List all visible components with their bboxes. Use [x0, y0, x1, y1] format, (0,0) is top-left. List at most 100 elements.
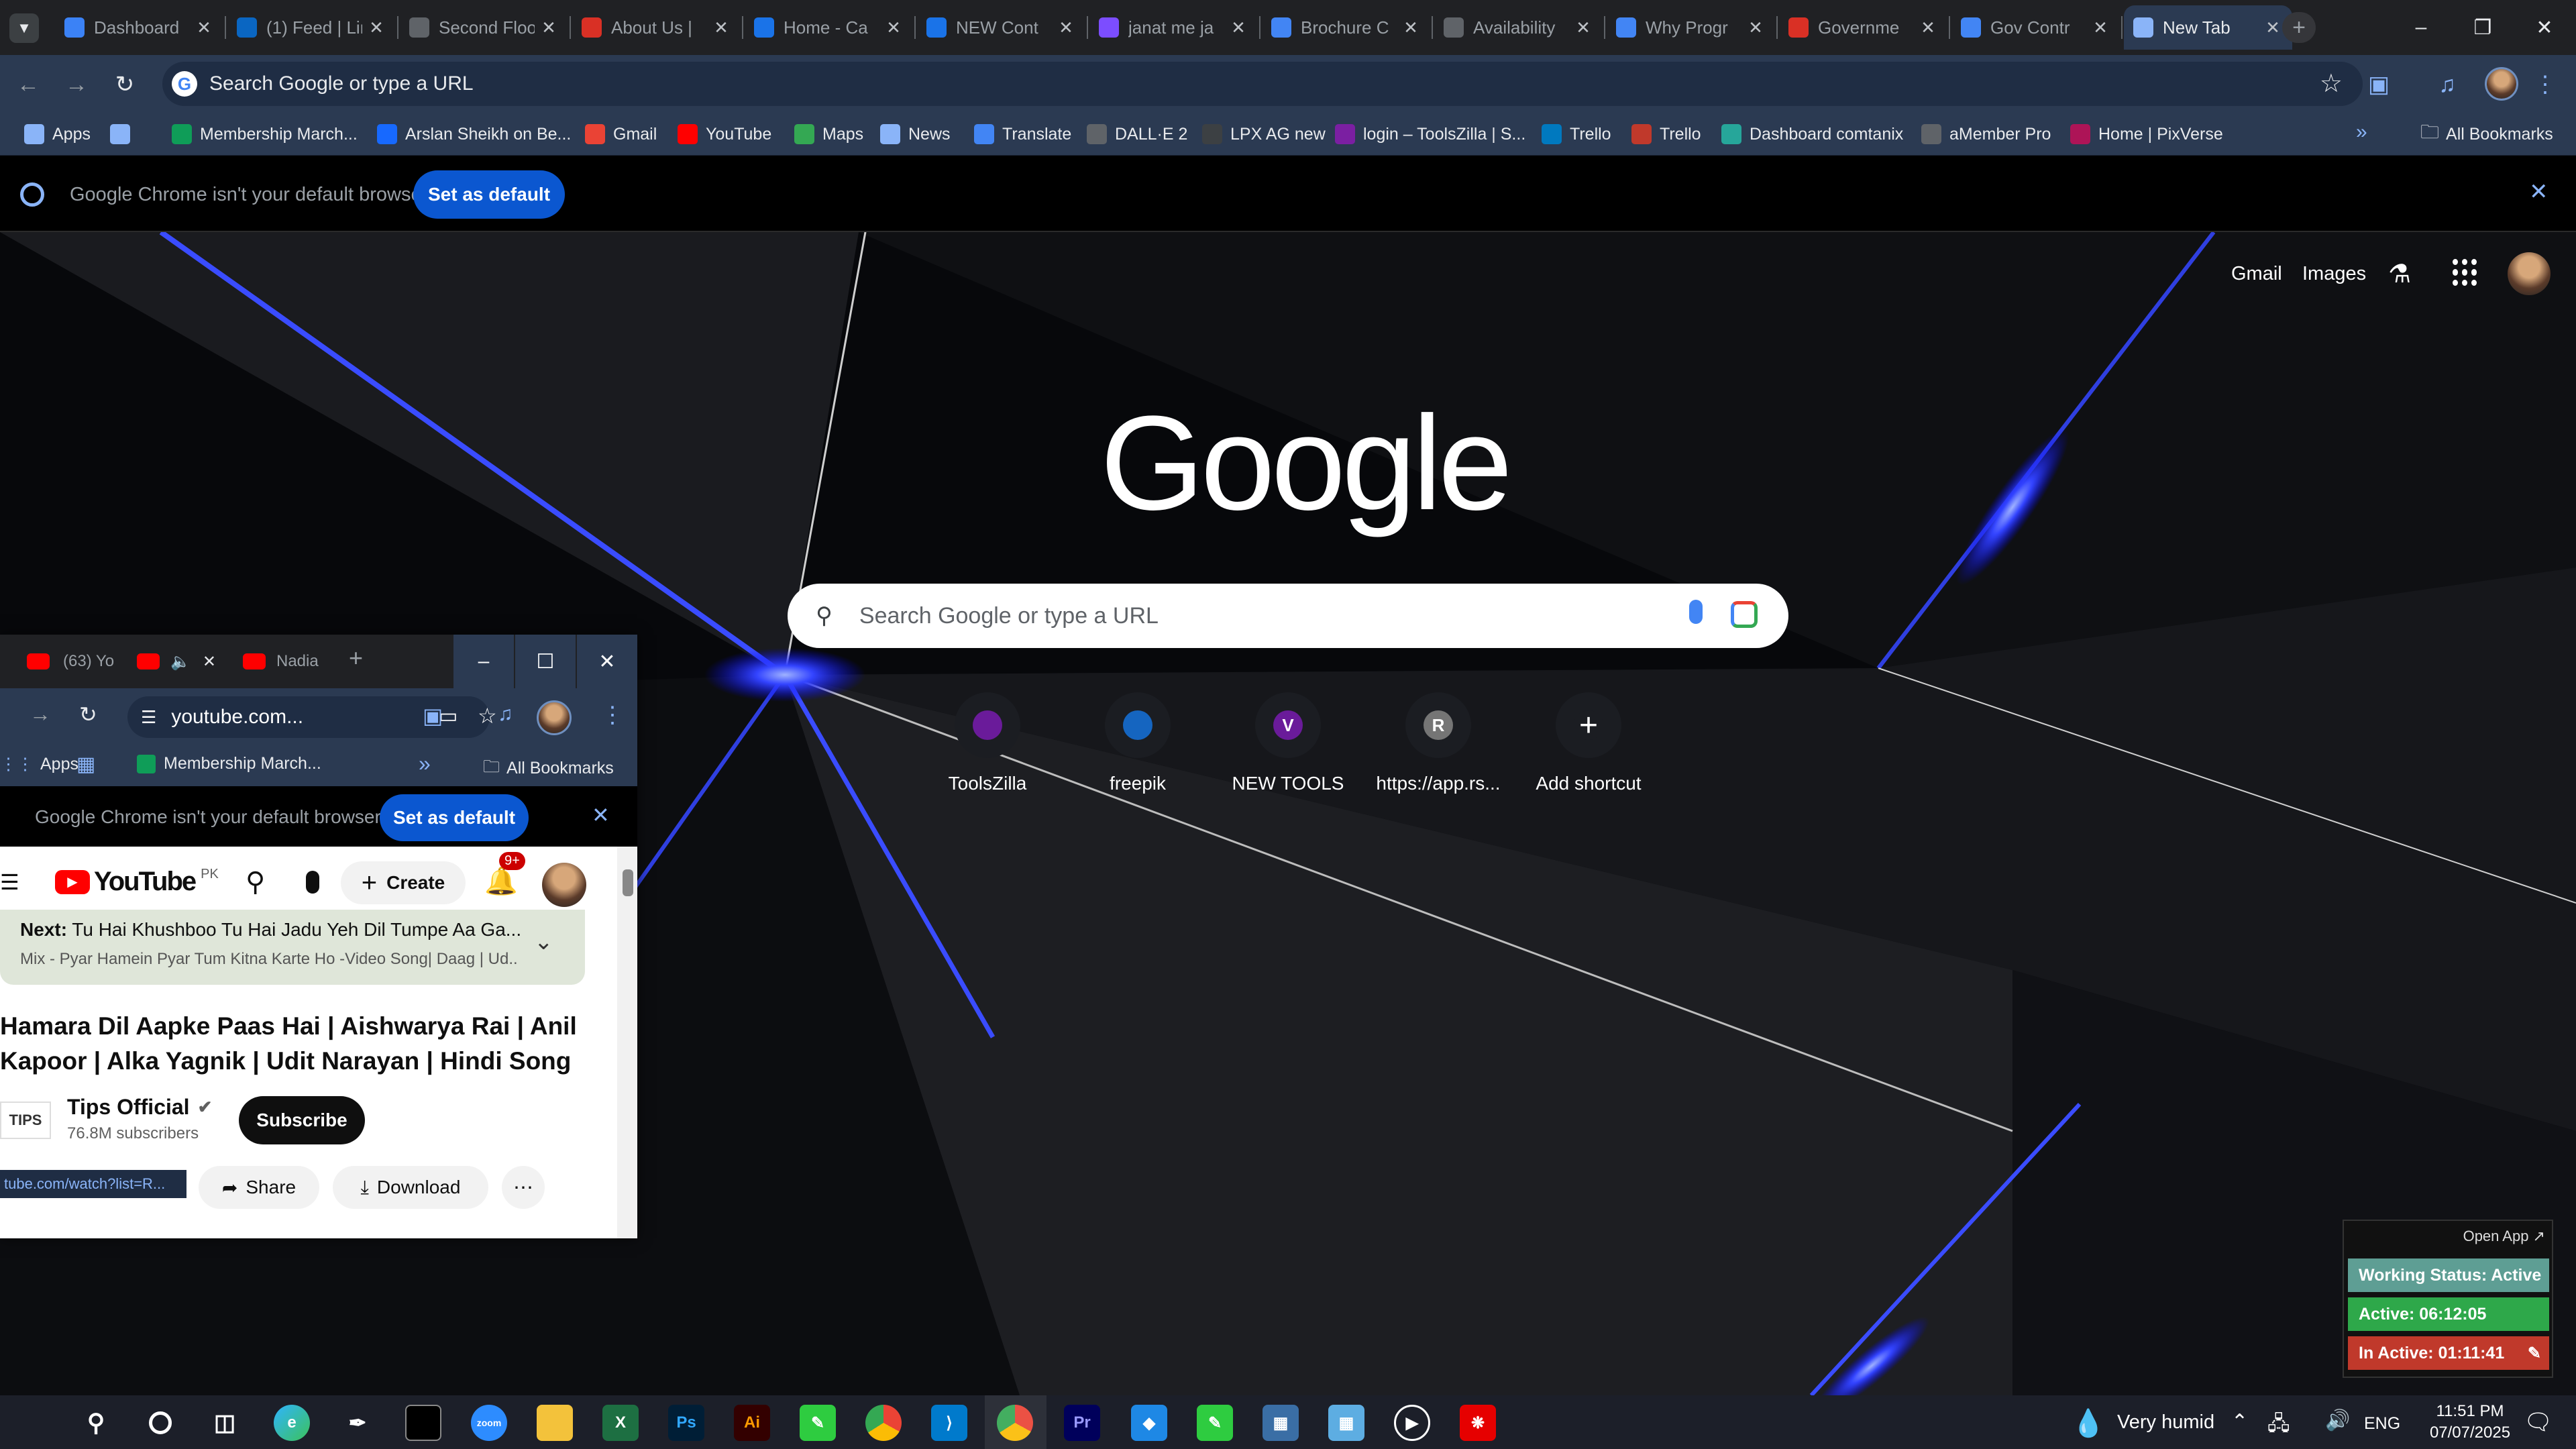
extensions-icon[interactable]: ▣: [2364, 70, 2394, 99]
cortana-icon[interactable]: [142, 1405, 178, 1441]
bookmark-3[interactable]: Arslan Sheikh on Be...: [377, 119, 571, 149]
close-icon[interactable]: ✕: [1228, 17, 1248, 38]
tab-search-button[interactable]: ▼: [9, 13, 39, 43]
photoshop-icon[interactable]: Ps: [668, 1405, 704, 1441]
close-icon[interactable]: ✕: [1918, 17, 1938, 38]
media-controls-icon[interactable]: ♫: [2432, 70, 2462, 99]
close-icon[interactable]: ✕: [2090, 17, 2110, 38]
tab-5[interactable]: NEW Cont ✕: [917, 5, 1085, 50]
bookmark-star-icon[interactable]: ☆: [2320, 68, 2343, 99]
yt-minimize-button[interactable]: –: [453, 635, 514, 688]
header-images-link[interactable]: Images: [2302, 263, 2366, 285]
infobar-close-icon[interactable]: ✕: [592, 802, 610, 828]
grid-icon[interactable]: ▦: [76, 753, 95, 776]
account-avatar[interactable]: [2508, 252, 2551, 295]
menu-kebab-icon[interactable]: ⋮: [2530, 70, 2560, 99]
tab-11[interactable]: Gov Contr ✕: [1951, 5, 2120, 50]
green-app-icon[interactable]: ✎: [800, 1405, 836, 1441]
network-icon[interactable]: 🖧: [2267, 1409, 2290, 1443]
yt-tab-1[interactable]: (63) Yo: [27, 644, 114, 679]
yt-tab-2[interactable]: 🔈 ✕: [137, 644, 216, 679]
bookmark-11[interactable]: login – ToolsZilla | S...: [1335, 119, 1525, 149]
shortcut-tile-1[interactable]: freepik: [1064, 692, 1212, 794]
tab-6[interactable]: janat me ja ✕: [1089, 5, 1258, 50]
channel-avatar[interactable]: TIPS: [0, 1102, 51, 1139]
close-icon[interactable]: ✕: [1401, 17, 1421, 38]
restore-button[interactable]: ❐: [2453, 0, 2513, 55]
tab-1[interactable]: (1) Feed | LinkedIn✕: [227, 5, 396, 50]
task-view-icon[interactable]: ◫: [207, 1405, 243, 1441]
windows-start-icon[interactable]: [13, 1407, 43, 1437]
scrollbar-thumb[interactable]: [623, 869, 633, 896]
weather-text[interactable]: Very humid: [2117, 1411, 2214, 1434]
bookmark-membership[interactable]: Membership March...: [137, 754, 321, 773]
hamburger-icon[interactable]: ☰: [0, 869, 19, 895]
site-info-icon[interactable]: ☰: [141, 707, 156, 728]
profile-avatar[interactable]: [2485, 67, 2518, 101]
download-button[interactable]: ⤓ Download: [333, 1166, 488, 1209]
close-icon[interactable]: ✕: [1573, 17, 1593, 38]
voice-search-icon[interactable]: [1689, 600, 1703, 624]
file-explorer-icon[interactable]: [537, 1405, 573, 1441]
back-icon[interactable]: ←: [13, 70, 43, 99]
yt-close-button[interactable]: ✕: [577, 635, 637, 688]
infobar-close-icon[interactable]: ✕: [2529, 178, 2548, 205]
bookmark-14[interactable]: Dashboard comtanix: [1721, 119, 1903, 149]
google-apps-icon[interactable]: [2453, 259, 2479, 286]
bookmark-16[interactable]: Home | PixVerse: [2070, 119, 2223, 149]
search-icon[interactable]: ⚲: [246, 867, 265, 898]
pen-icon[interactable]: ✒: [339, 1405, 376, 1441]
subscribe-button[interactable]: Subscribe: [239, 1096, 365, 1144]
bookmarks-overflow-icon[interactable]: »: [2356, 121, 2367, 144]
zoom-icon[interactable]: zoom: [471, 1405, 507, 1441]
bookmark-12[interactable]: Trello: [1542, 119, 1611, 149]
reload-icon[interactable]: ↻: [110, 70, 140, 99]
pencil-icon[interactable]: ✎: [2528, 1344, 2541, 1363]
youtube-logo[interactable]: ▶ YouTube PK: [55, 867, 219, 897]
profile-avatar[interactable]: [537, 700, 572, 735]
tab-12[interactable]: New Tab ✕: [2124, 5, 2292, 50]
close-icon[interactable]: ✕: [711, 17, 731, 38]
channel-name[interactable]: Tips Official ✔: [67, 1095, 212, 1120]
all-bookmarks[interactable]: 🗀 All Bookmarks: [2420, 119, 2553, 149]
excel-icon[interactable]: X: [602, 1405, 639, 1441]
notifications-icon[interactable]: 🗨: [2524, 1409, 2553, 1436]
acrobat-icon[interactable]: ❋: [1460, 1405, 1496, 1441]
lens-icon[interactable]: [1731, 601, 1758, 628]
search-icon[interactable]: ⚲: [78, 1405, 114, 1441]
bookmark-0[interactable]: Apps: [24, 119, 91, 149]
yt-new-tab-icon[interactable]: +: [349, 644, 363, 672]
labs-flask-icon[interactable]: ⚗: [2388, 259, 2411, 289]
tab-9[interactable]: Why Progr ✕: [1607, 5, 1775, 50]
bookmark-1[interactable]: [110, 119, 138, 149]
tab-0[interactable]: Dashboard ✕: [55, 5, 223, 50]
media-controls-icon[interactable]: ♫: [498, 703, 513, 726]
yt-tab-3[interactable]: Nadia: [243, 644, 319, 679]
bookmarks-overflow-icon[interactable]: »: [419, 751, 431, 776]
shortcut-tile-3[interactable]: Rhttps://app.rs...: [1364, 692, 1512, 794]
shortcut-tile-2[interactable]: V NEW TOOLS: [1214, 692, 1362, 794]
close-icon[interactable]: ✕: [366, 17, 386, 38]
search-box[interactable]: ⚲ Search Google or type a URL: [788, 584, 1788, 648]
yt-avatar[interactable]: [542, 863, 586, 907]
green-app-2-icon[interactable]: ✎: [1197, 1405, 1233, 1441]
tab-8[interactable]: Availability ✕: [1434, 5, 1603, 50]
reload-icon[interactable]: ↻: [79, 702, 97, 727]
more-actions-icon[interactable]: ⋯: [502, 1166, 545, 1209]
weather-drop-icon[interactable]: 💧: [2072, 1407, 2105, 1439]
menu-kebab-icon[interactable]: ⋮: [601, 702, 624, 729]
open-app-link[interactable]: Open App ↗: [2463, 1228, 2545, 1245]
chrome-taskbar-icon[interactable]: [865, 1405, 902, 1441]
bookmark-15[interactable]: aMember Pro: [1921, 119, 2051, 149]
close-window-button[interactable]: ✕: [2514, 0, 2575, 55]
set-default-button[interactable]: Set as default: [413, 170, 565, 219]
minimize-button[interactable]: –: [2391, 0, 2451, 55]
bookmark-8[interactable]: Translate: [974, 119, 1071, 149]
calculator-icon[interactable]: ▦: [1263, 1405, 1299, 1441]
terminal-icon[interactable]: [405, 1405, 441, 1441]
forward-icon[interactable]: →: [62, 70, 91, 99]
bookmark-13[interactable]: Trello: [1631, 119, 1701, 149]
close-icon[interactable]: ✕: [1056, 17, 1076, 38]
tab-7[interactable]: Brochure C ✕: [1262, 5, 1430, 50]
vscode-icon[interactable]: ⟩: [931, 1405, 967, 1441]
